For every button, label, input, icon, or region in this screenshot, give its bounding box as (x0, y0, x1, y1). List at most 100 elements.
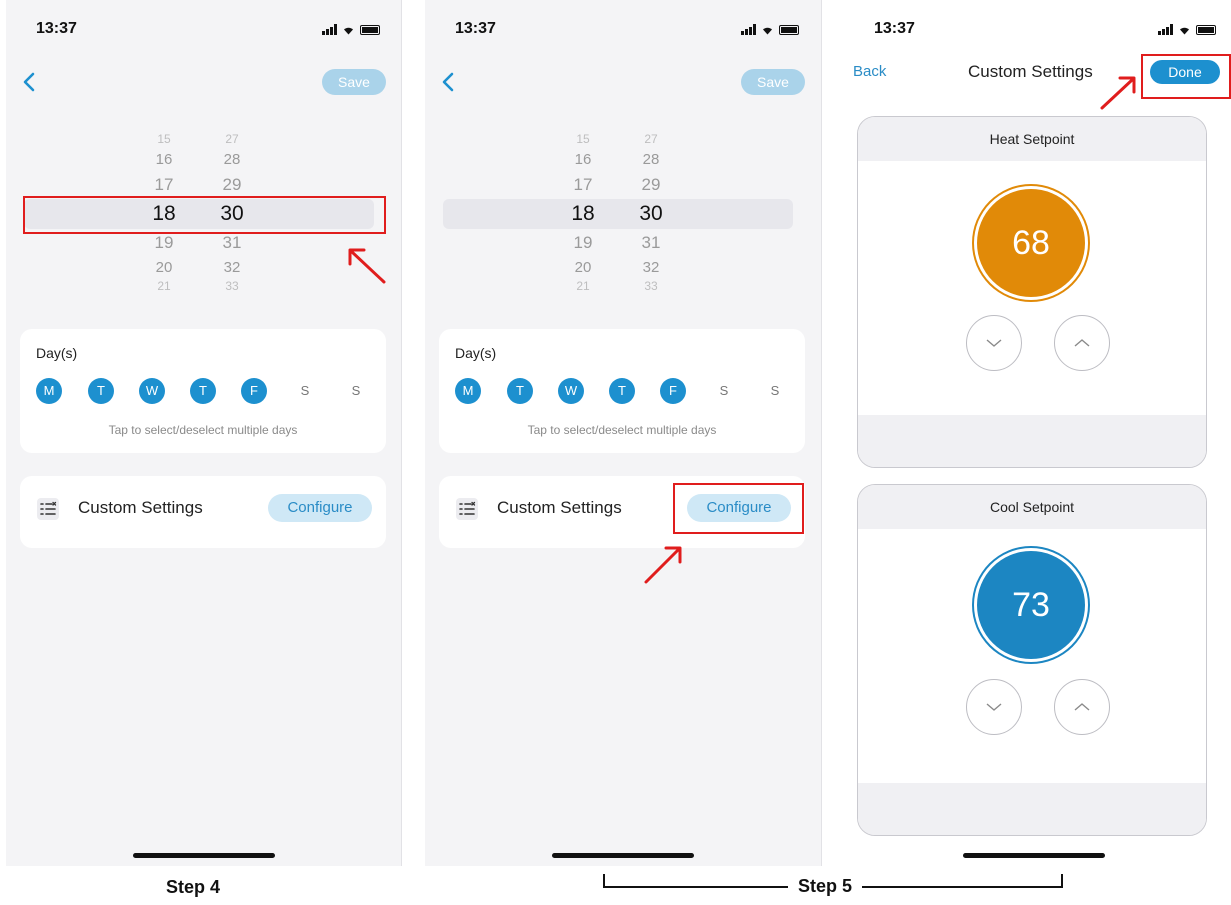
selected-hour: 18 (571, 202, 595, 225)
day-toggle-friday[interactable]: F (241, 378, 267, 404)
wifi-icon (763, 27, 772, 35)
chevron-up-icon (1074, 339, 1090, 347)
picker-minute: 32 (223, 259, 241, 276)
save-button[interactable]: Save (322, 69, 386, 95)
day-toggle-wednesday[interactable]: W (558, 378, 584, 404)
days-title: Day(s) (36, 345, 78, 361)
heat-setpoint-card: Heat Setpoint 68 (857, 116, 1207, 468)
picker-minute: 27 (225, 132, 239, 146)
cool-setpoint-title: Cool Setpoint (858, 485, 1206, 529)
picker-hour: 20 (155, 259, 173, 276)
status-bar: 13:37 (425, 0, 821, 62)
picker-row: 15 27 (24, 132, 386, 152)
picker-minute: 32 (642, 259, 660, 276)
picker-minute: 28 (642, 151, 660, 168)
heat-setpoint-value: 68 (977, 189, 1085, 297)
cool-decrease-button[interactable] (966, 679, 1022, 735)
picker-minute: 28 (223, 151, 241, 168)
picker-minute: 29 (222, 175, 242, 194)
day-toggle-tuesday[interactable]: T (88, 378, 114, 404)
day-toggle-thursday[interactable]: T (190, 378, 216, 404)
home-indicator (963, 853, 1105, 858)
divider (821, 0, 822, 866)
day-toggle-monday[interactable]: M (455, 378, 481, 404)
heat-decrease-button[interactable] (966, 315, 1022, 371)
phone-screen-step5-configure: 13:37 Save 15 27 16 28 17 29 18 30 19 31 20 3… (425, 0, 821, 866)
cool-setpoint-footer (858, 783, 1206, 835)
list-settings-icon (37, 498, 59, 520)
status-time: 13:37 (36, 20, 77, 37)
status-time: 13:37 (874, 20, 915, 37)
signal-icon (1158, 24, 1173, 35)
day-toggle-tuesday[interactable]: T (507, 378, 533, 404)
heat-setpoint-footer (858, 415, 1206, 467)
wifi-icon (1180, 27, 1189, 35)
chevron-down-icon (986, 703, 1002, 711)
days-hint: Tap to select/deselect multiple days (527, 423, 717, 437)
red-arrow-icon (1100, 76, 1136, 110)
selected-minute: 30 (639, 202, 663, 225)
picker-hour: 15 (157, 132, 171, 146)
step4-label: Step 4 (166, 877, 221, 897)
page-title: Custom Settings (968, 62, 1093, 81)
days-title: Day(s) (455, 345, 497, 361)
picker-hour: 15 (576, 132, 590, 146)
back-button[interactable]: Back (853, 63, 886, 80)
day-toggle-saturday[interactable]: S (711, 378, 737, 404)
configure-button[interactable]: Configure (268, 494, 372, 522)
custom-settings-label: Custom Settings (497, 498, 622, 517)
days-hint: Tap to select/deselect multiple days (108, 423, 298, 437)
picker-row: 17 29 (24, 175, 386, 195)
status-bar: 13:37 (6, 0, 402, 62)
home-indicator (133, 853, 275, 858)
picker-hour: 21 (576, 279, 590, 293)
picker-row: 19 31 (443, 233, 805, 253)
picker-minute: 31 (641, 233, 661, 252)
signal-icon (741, 24, 756, 35)
heat-increase-button[interactable] (1054, 315, 1110, 371)
day-toggle-monday[interactable]: M (36, 378, 62, 404)
red-arrow-icon (348, 248, 386, 284)
picker-row: 17 29 (443, 175, 805, 195)
picker-hour: 19 (573, 233, 593, 252)
signal-icon (322, 24, 337, 35)
status-bar: 13:37 (838, 0, 1230, 62)
picker-hour: 17 (154, 175, 174, 194)
list-settings-icon (456, 498, 478, 520)
cool-setpoint-card: Cool Setpoint 73 (857, 484, 1207, 836)
step5-label: Step 5 (788, 876, 863, 897)
picker-row: 16 28 (443, 151, 805, 171)
day-toggle-friday[interactable]: F (660, 378, 686, 404)
picker-row: 21 33 (24, 279, 386, 299)
back-chevron-icon[interactable] (437, 70, 461, 94)
day-toggle-thursday[interactable]: T (609, 378, 635, 404)
home-indicator (552, 853, 694, 858)
picker-selected-row[interactable]: 18 30 (443, 199, 793, 229)
picker-hour: 16 (574, 151, 592, 168)
picker-row: 20 32 (24, 259, 386, 279)
system-icons (322, 24, 380, 35)
time-picker[interactable]: 15 27 16 28 17 29 18 30 19 31 20 32 21 33 (443, 128, 805, 300)
highlight-configure-button (673, 483, 804, 534)
chevron-down-icon (986, 339, 1002, 347)
picker-minute: 33 (225, 279, 239, 293)
day-toggle-sunday[interactable]: S (762, 378, 788, 404)
picker-minute: 27 (644, 132, 658, 146)
back-chevron-icon[interactable] (18, 70, 42, 94)
picker-hour: 20 (574, 259, 592, 276)
phone-screen-custom-settings: 13:37 Back Custom Settings Done Heat Set… (838, 0, 1230, 866)
day-toggle-sunday[interactable]: S (343, 378, 369, 404)
days-card: Day(s) M T W T F S S Tap to select/desel… (439, 329, 805, 453)
system-icons (741, 24, 799, 35)
battery-icon (360, 24, 380, 35)
day-toggle-saturday[interactable]: S (292, 378, 318, 404)
system-icons (1158, 24, 1216, 35)
picker-minute: 31 (222, 233, 242, 252)
battery-icon (1196, 24, 1216, 35)
cool-increase-button[interactable] (1054, 679, 1110, 735)
battery-icon (779, 24, 799, 35)
save-button[interactable]: Save (741, 69, 805, 95)
day-toggle-wednesday[interactable]: W (139, 378, 165, 404)
picker-row: 15 27 (443, 132, 805, 152)
picker-hour: 19 (154, 233, 174, 252)
